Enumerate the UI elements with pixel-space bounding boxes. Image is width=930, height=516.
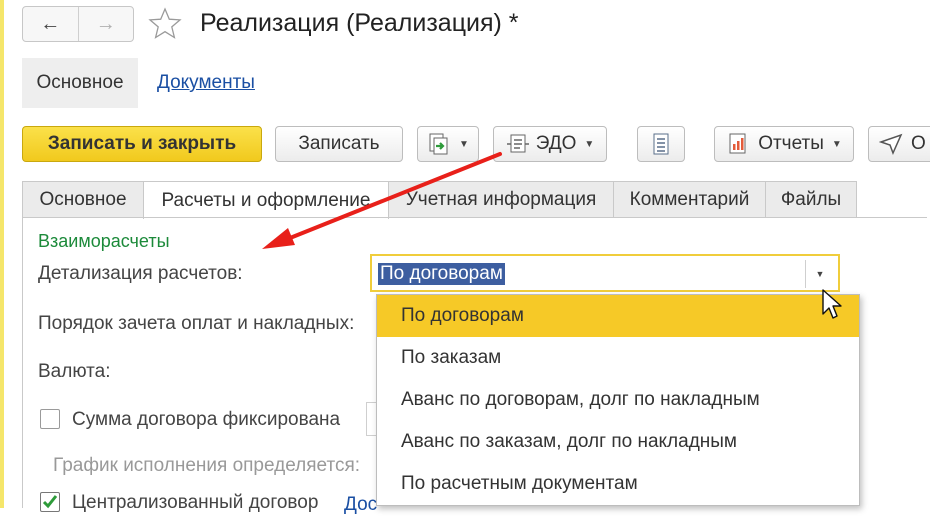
centralized-checkbox[interactable] <box>40 492 60 512</box>
dropdown-option[interactable]: Аванс по договорам, долг по накладным <box>377 379 859 421</box>
fixed-sum-checkbox[interactable] <box>40 409 60 429</box>
list-button[interactable] <box>637 126 685 162</box>
dropdown-caret-icon: ▼ <box>831 138 842 150</box>
dropdown-option[interactable]: Аванс по заказам, долг по накладным <box>377 421 859 463</box>
contract-link[interactable]: Дос <box>344 494 377 516</box>
reports-label: Отчеты <box>758 133 824 154</box>
reports-icon <box>729 133 746 154</box>
send-label: О <box>911 133 926 154</box>
group-title: Взаиморасчеты <box>38 231 170 251</box>
detail-dropdown-list: По договорам По заказам Аванс по договор… <box>376 294 860 506</box>
star-icon[interactable] <box>147 6 183 42</box>
tab-files[interactable]: Файлы <box>765 181 857 218</box>
dropdown-option[interactable]: По договорам <box>377 295 859 337</box>
tab-settlements[interactable]: Расчеты и оформление <box>143 181 389 219</box>
centralized-label: Централизованный договор <box>72 492 319 513</box>
back-button[interactable]: ← <box>23 7 78 41</box>
create-based-on-button[interactable]: ▼ <box>417 126 479 162</box>
section-documents-link[interactable]: Документы <box>157 72 255 94</box>
dropdown-caret-icon: ▼ <box>459 138 469 150</box>
arrow-right-icon: → <box>95 12 116 35</box>
edo-button[interactable]: ЭДО ▼ <box>493 126 607 162</box>
send-icon <box>879 133 903 155</box>
fixed-sum-label: Сумма договора фиксирована <box>72 409 341 430</box>
currency-label: Валюта: <box>38 361 111 382</box>
arrow-left-icon: ← <box>40 12 61 35</box>
tab-comment[interactable]: Комментарий <box>613 181 766 218</box>
tab-accounting[interactable]: Учетная информация <box>388 181 614 218</box>
detail-select[interactable]: По договорам ▼ <box>370 254 840 292</box>
dropdown-option[interactable]: По заказам <box>377 337 859 379</box>
page-title: Реализация (Реализация) * <box>200 9 519 37</box>
forward-button[interactable]: → <box>77 7 134 41</box>
detail-label: Детализация расчетов: <box>38 263 243 284</box>
document-arrow-icon <box>429 133 448 155</box>
edo-label: ЭДО <box>535 133 577 154</box>
detail-select-value: По договорам <box>378 263 505 285</box>
chevron-down-icon[interactable]: ▼ <box>808 260 832 288</box>
edo-icon <box>506 134 529 153</box>
left-stripe <box>0 0 4 508</box>
save-and-close-button[interactable]: Записать и закрыть <box>22 126 262 162</box>
offset-label: Порядок зачета оплат и накладных: <box>38 313 355 334</box>
history-nav: ← → <box>22 6 134 42</box>
save-button[interactable]: Записать <box>275 126 403 162</box>
list-icon <box>653 133 669 155</box>
tab-main[interactable]: Основное <box>22 181 144 218</box>
schedule-label: График исполнения определяется: <box>53 455 361 476</box>
dropdown-option[interactable]: По расчетным документам <box>377 463 859 505</box>
reports-button[interactable]: Отчеты ▼ <box>714 126 854 162</box>
dropdown-caret-icon: ▼ <box>584 138 595 150</box>
select-divider <box>805 260 806 288</box>
checkmark-icon <box>42 495 58 509</box>
send-button[interactable]: О <box>868 126 930 162</box>
section-main[interactable]: Основное <box>22 58 138 108</box>
